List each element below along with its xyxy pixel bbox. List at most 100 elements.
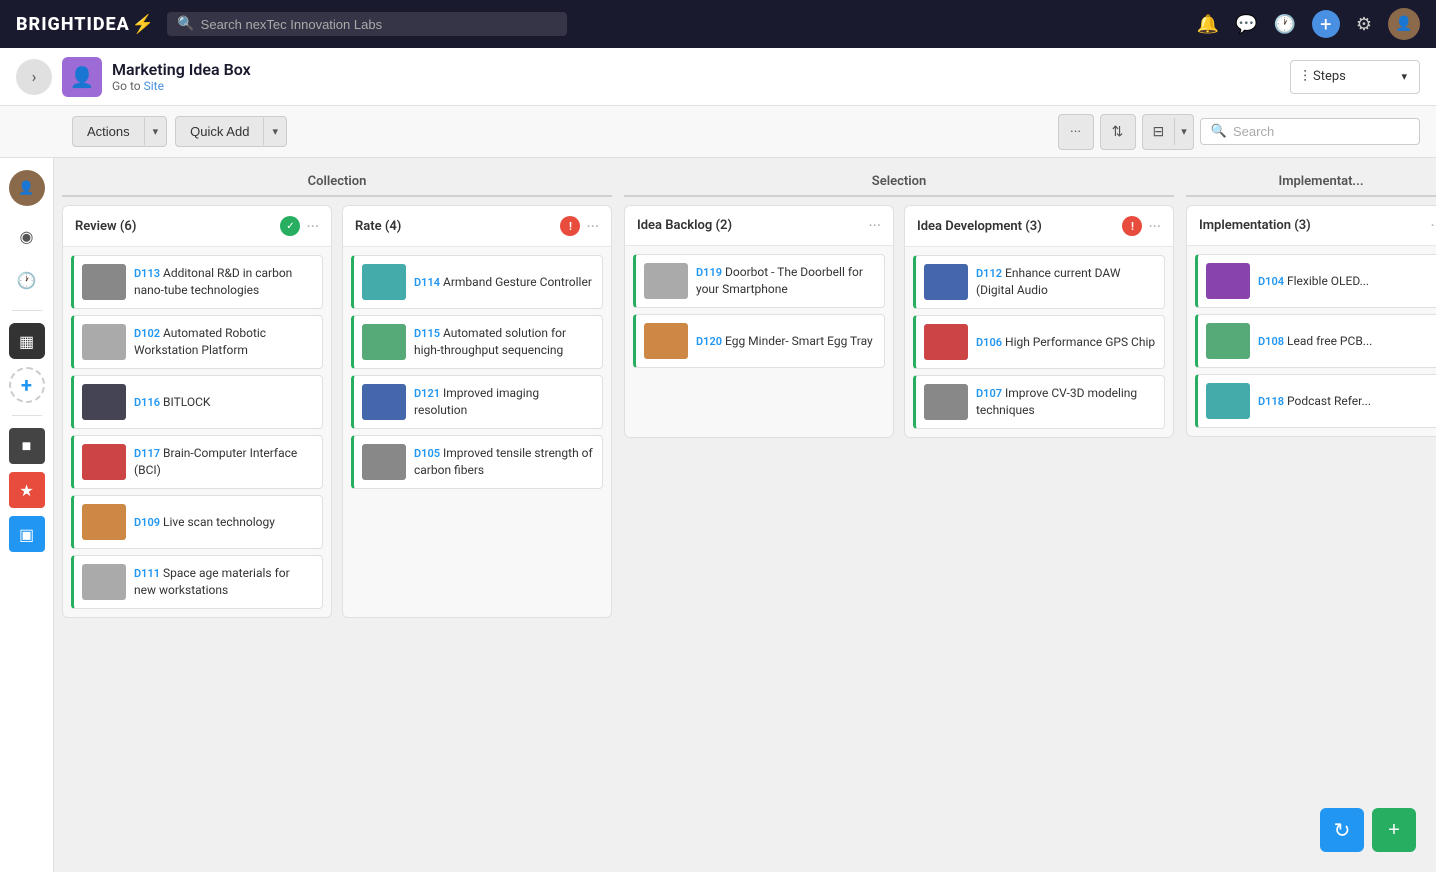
idea-card-D115[interactable]: D115 Automated solution for high-through…: [351, 315, 603, 369]
search-toolbar-input[interactable]: [1233, 124, 1409, 139]
idea-development-status-icon: !: [1122, 216, 1142, 236]
idea-thumb-D114: [362, 264, 406, 300]
idea-card-D108[interactable]: D108 Lead free PCB...: [1195, 314, 1436, 368]
idea-thumb-D117: [82, 444, 126, 480]
page-title-block: Marketing Idea Box Go to Site: [112, 60, 1290, 93]
idea-thumb-D115: [362, 324, 406, 360]
sidebar-item-dashboard[interactable]: ◉: [9, 218, 45, 254]
idea-card-D118[interactable]: D118 Podcast Refer...: [1195, 374, 1436, 428]
actions-main-button[interactable]: Actions: [73, 117, 144, 146]
idea-card-D105[interactable]: D105 Improved tensile strength of carbon…: [351, 435, 603, 489]
implementation-menu-icon[interactable]: ···: [1430, 216, 1436, 235]
idea-thumb-D108: [1206, 323, 1250, 359]
site-link[interactable]: Site: [144, 79, 164, 93]
idea-card-D109[interactable]: D109 Live scan technology: [71, 495, 323, 549]
filter-button-group[interactable]: ⊟ ▾: [1142, 114, 1194, 150]
idea-card-D107[interactable]: D107 Improve CV-3D modeling techniques: [913, 375, 1165, 429]
add-global-icon[interactable]: +: [1312, 10, 1340, 38]
history-icon[interactable]: 🕐: [1273, 14, 1295, 35]
actions-button-group: Actions ▾: [72, 116, 167, 147]
messages-icon[interactable]: 💬: [1235, 14, 1257, 35]
main-toolbar: Actions ▾ Quick Add ▾ ··· ⇅ ⊟ ▾ 🔍: [0, 106, 1436, 158]
idea-thumb-D118: [1206, 383, 1250, 419]
sidebar-item-square[interactable]: ■: [9, 428, 45, 464]
idea-backlog-menu-icon[interactable]: ···: [868, 216, 881, 235]
implementation-columns: Implementation (3) ··· D104 Flexible OLE…: [1186, 205, 1436, 437]
bottom-action-buttons: ↻ +: [1320, 808, 1416, 852]
review-menu-icon[interactable]: ···: [306, 217, 319, 236]
idea-text-D112: D112 Enhance current DAW (Digital Audio: [976, 265, 1156, 299]
idea-text-D105: D105 Improved tensile strength of carbon…: [414, 445, 594, 479]
idea-thumb-D113: [82, 264, 126, 300]
app-logo: BRIGHTIDEA⚡: [16, 14, 155, 35]
idea-card-D102[interactable]: D102 Automated Robotic Workstation Platf…: [71, 315, 323, 369]
idea-text-D121: D121 Improved imaging resolution: [414, 385, 594, 419]
idea-thumb-D111: [82, 564, 126, 600]
column-title-idea-backlog: Idea Backlog (2): [637, 218, 862, 233]
idea-thumb-D121: [362, 384, 406, 420]
idea-card-D113[interactable]: D113 Additonal R&D in carbon nano-tube t…: [71, 255, 323, 309]
idea-card-D116[interactable]: D116 BITLOCK: [71, 375, 323, 429]
sidebar-user-avatar[interactable]: 👤: [9, 170, 45, 206]
filter-main[interactable]: ⊟: [1143, 117, 1175, 147]
idea-thumb-D119: [644, 263, 688, 299]
idea-card-D119[interactable]: D119 Doorbot - The Doorbell for your Sma…: [633, 254, 885, 308]
column-title-implementation: Implementation (3): [1199, 218, 1424, 233]
steps-label: Steps: [1313, 69, 1346, 84]
idea-text-D111: D111 Space age materials for new worksta…: [134, 565, 314, 599]
filter-dropdown-arrow[interactable]: ▾: [1174, 118, 1193, 145]
idea-backlog-column-body: D119 Doorbot - The Doorbell for your Sma…: [625, 246, 893, 437]
idea-card-D111[interactable]: D111 Space age materials for new worksta…: [71, 555, 323, 609]
global-search-input[interactable]: [201, 17, 558, 32]
idea-card-D121[interactable]: D121 Improved imaging resolution: [351, 375, 603, 429]
quick-add-dropdown-arrow[interactable]: ▾: [263, 118, 286, 145]
idea-card-D104[interactable]: D104 Flexible OLED...: [1195, 254, 1436, 308]
global-search-bar[interactable]: 🔍: [167, 12, 567, 36]
column-header-idea-backlog: Idea Backlog (2) ···: [625, 206, 893, 246]
board-area: Collection Review (6) ✓ ··· D113 Additon…: [54, 158, 1436, 872]
notification-icon[interactable]: 🔔: [1197, 14, 1219, 35]
idea-thumb-D109: [82, 504, 126, 540]
implementation-column-body: D104 Flexible OLED... D108 Lead free PCB…: [1187, 246, 1436, 436]
section-title-collection: Collection: [62, 174, 612, 197]
idea-thumb-D116: [82, 384, 126, 420]
sidebar-item-star[interactable]: ★: [9, 472, 45, 508]
search-toolbar-input-group[interactable]: 🔍: [1200, 118, 1420, 145]
idea-development-menu-icon[interactable]: ···: [1148, 217, 1161, 236]
sidebar-item-add[interactable]: +: [9, 367, 45, 403]
sidebar-toggle-button[interactable]: ›: [16, 59, 52, 95]
column-header-idea-development: Idea Development (3) ! ···: [905, 206, 1173, 247]
add-button[interactable]: +: [1372, 808, 1416, 852]
page-subtitle: Go to Site: [112, 79, 1290, 93]
column-header-implementation: Implementation (3) ···: [1187, 206, 1436, 246]
more-options-button[interactable]: ···: [1058, 114, 1094, 150]
sidebar-item-board[interactable]: ▦: [9, 323, 45, 359]
idea-text-D119: D119 Doorbot - The Doorbell for your Sma…: [696, 264, 876, 298]
review-status-icon: ✓: [280, 216, 300, 236]
idea-card-D106[interactable]: D106 High Performance GPS Chip: [913, 315, 1165, 369]
idea-thumb-D112: [924, 264, 968, 300]
idea-text-D109: D109 Live scan technology: [134, 514, 314, 531]
user-avatar[interactable]: 👤: [1388, 8, 1420, 40]
idea-card-D117[interactable]: D117 Brain-Computer Interface (BCI): [71, 435, 323, 489]
idea-icon: 👤: [70, 65, 95, 89]
idea-card-D112[interactable]: D112 Enhance current DAW (Digital Audio: [913, 255, 1165, 309]
idea-text-D104: D104 Flexible OLED...: [1258, 273, 1436, 290]
rate-menu-icon[interactable]: ···: [586, 217, 599, 236]
section-title-implementation: Implementat...: [1186, 174, 1436, 197]
column-header-rate: Rate (4) ! ···: [343, 206, 611, 247]
actions-dropdown-arrow[interactable]: ▾: [144, 118, 167, 145]
idea-card-D114[interactable]: D114 Armband Gesture Controller: [351, 255, 603, 309]
column-title-rate: Rate (4): [355, 219, 554, 234]
sidebar-item-clock[interactable]: 🕐: [9, 262, 45, 298]
refresh-button[interactable]: ↻: [1320, 808, 1364, 852]
steps-dropdown[interactable]: ⫶ Steps ▾: [1290, 60, 1420, 94]
settings-icon[interactable]: ⚙: [1356, 14, 1372, 35]
quick-add-main-button[interactable]: Quick Add: [176, 117, 263, 146]
search-icon: 🔍: [177, 16, 194, 32]
sidebar-item-grid[interactable]: ▣: [9, 516, 45, 552]
idea-card-D120[interactable]: D120 Egg Minder- Smart Egg Tray: [633, 314, 885, 368]
top-navigation: BRIGHTIDEA⚡ 🔍 🔔 💬 🕐 + ⚙ 👤: [0, 0, 1436, 48]
sort-button[interactable]: ⇅: [1100, 114, 1136, 150]
left-sidebar: 👤 ◉ 🕐 ▦ + ■ ★ ▣: [0, 158, 54, 872]
